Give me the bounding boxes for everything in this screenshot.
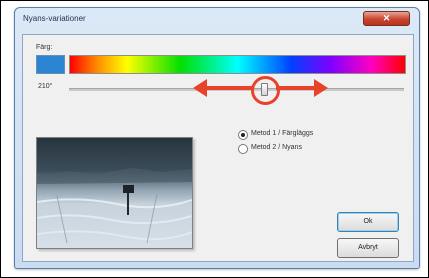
hue-spectrum-bar[interactable]	[69, 55, 406, 74]
cancel-button-label: Avbryt	[358, 244, 378, 251]
color-label: Färg:	[36, 44, 53, 51]
highlight-circle	[251, 76, 280, 105]
left-arrow-icon	[193, 79, 207, 97]
cancel-button[interactable]: Avbryt	[337, 238, 399, 258]
close-icon: ✕	[382, 13, 391, 23]
selected-color-swatch	[36, 55, 65, 74]
right-arrow-shaft	[276, 86, 316, 90]
ok-button-label: Ok	[363, 218, 373, 225]
title-bar[interactable]: Nyans-variationer ✕	[15, 8, 419, 30]
method2-label[interactable]: Metod 2 / Nyans	[251, 144, 302, 151]
method1-label[interactable]: Metod 1 / Färgläggs	[251, 130, 313, 137]
method2-radio[interactable]	[238, 144, 248, 154]
window-title: Nyans-variationer	[23, 14, 86, 23]
preview-image	[36, 137, 193, 249]
right-arrow-icon	[314, 79, 328, 97]
ok-button[interactable]: Ok	[337, 212, 399, 232]
left-arrow-shaft	[206, 86, 252, 90]
hue-value-label: 210°	[38, 83, 53, 90]
method1-radio[interactable]	[238, 130, 248, 140]
snow-scene-image	[37, 168, 192, 244]
close-button[interactable]: ✕	[363, 11, 410, 26]
radio-selected-dot	[241, 133, 245, 137]
